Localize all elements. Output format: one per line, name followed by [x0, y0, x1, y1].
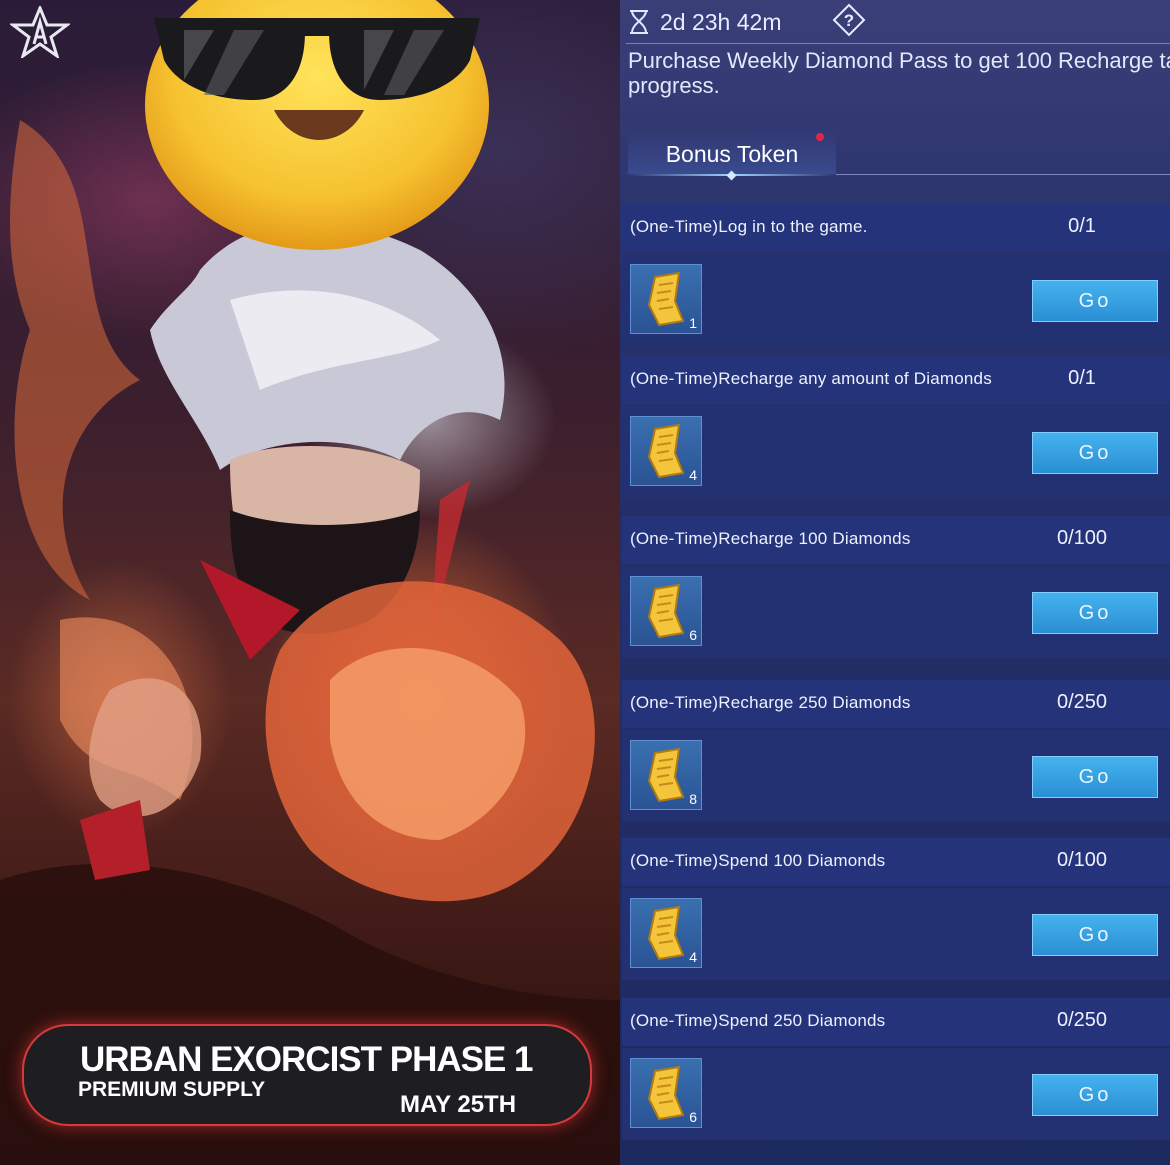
bonus-token-scroll-icon — [647, 583, 685, 639]
bonus-token-scroll-icon — [647, 423, 685, 479]
tab-indicator-diamond — [726, 170, 737, 181]
reward-item[interactable]: 4 — [630, 416, 702, 486]
task-progress: 0/100 — [1056, 849, 1108, 871]
task-row: (One-Time)Spend 100 Diamonds 0/100 4 Go — [622, 838, 1170, 980]
reward-item[interactable]: 6 — [630, 576, 702, 646]
hero-artwork: URBAN EXORCIST PHASE 1 PREMIUM SUPPLY MA… — [0, 0, 620, 1165]
tab-bar: Bonus Token — [620, 130, 1170, 181]
go-button[interactable]: Go — [1032, 914, 1158, 956]
task-row: (One-Time)Recharge 250 Diamonds 0/250 8 … — [622, 680, 1170, 822]
task-header: (One-Time)Recharge 250 Diamonds 0/250 — [622, 680, 1170, 728]
task-label: (One-Time)Recharge 250 Diamonds — [630, 693, 911, 712]
task-body: 4 Go — [622, 888, 1170, 980]
reward-quantity: 6 — [689, 1109, 697, 1125]
tab-divider — [836, 174, 1170, 175]
task-header: (One-Time)Spend 100 Diamonds 0/100 — [622, 838, 1170, 886]
header-divider — [626, 43, 1170, 44]
task-progress: 0/100 — [1056, 527, 1108, 549]
reward-quantity: 8 — [689, 791, 697, 807]
go-button[interactable]: Go — [1032, 1074, 1158, 1116]
notification-dot — [816, 133, 824, 141]
task-header: (One-Time)Recharge 100 Diamonds 0/100 — [622, 516, 1170, 564]
task-row: (One-Time)Spend 250 Diamonds 0/250 6 Go — [622, 998, 1170, 1140]
task-row: (One-Time)Log in to the game. 0/1 1 Go — [622, 204, 1170, 346]
go-button[interactable]: Go — [1032, 280, 1158, 322]
tab-bonus-token[interactable]: Bonus Token — [628, 130, 836, 181]
task-row: (One-Time)Recharge any amount of Diamond… — [622, 356, 1170, 498]
bonus-token-scroll-icon — [647, 905, 685, 961]
task-progress: 0/1 — [1068, 215, 1096, 237]
task-progress: 0/250 — [1056, 1009, 1108, 1031]
task-body: 8 Go — [622, 730, 1170, 822]
sunglasses-emoji-icon — [145, 0, 489, 250]
tab-label: Bonus Token — [665, 141, 799, 167]
event-banner: URBAN EXORCIST PHASE 1 PREMIUM SUPPLY MA… — [24, 1026, 590, 1124]
task-progress: 0/250 — [1056, 691, 1108, 713]
task-body: 6 Go — [622, 1048, 1170, 1140]
event-title: URBAN EXORCIST PHASE 1 — [80, 1040, 534, 1079]
go-button[interactable]: Go — [1032, 756, 1158, 798]
go-button[interactable]: Go — [1032, 592, 1158, 634]
reward-item[interactable]: 6 — [630, 1058, 702, 1128]
star-logo-icon — [10, 6, 70, 58]
event-description: Purchase Weekly Diamond Pass to get 100 … — [628, 48, 1170, 98]
task-header: (One-Time)Log in to the game. 0/1 — [622, 204, 1170, 252]
task-body: 6 Go — [622, 566, 1170, 658]
task-label: (One-Time)Spend 250 Diamonds — [630, 1011, 886, 1030]
hourglass-icon — [630, 10, 648, 34]
reward-quantity: 6 — [689, 627, 697, 643]
svg-text:?: ? — [844, 11, 854, 30]
event-date: MAY 25TH — [400, 1091, 517, 1118]
question-diamond-icon[interactable]: ? — [832, 3, 866, 37]
task-body: 1 Go — [622, 254, 1170, 346]
bonus-token-scroll-icon — [647, 1065, 685, 1121]
timer-text: 2d 23h 42m — [660, 8, 782, 35]
task-label: (One-Time)Spend 100 Diamonds — [630, 851, 886, 870]
reward-quantity: 1 — [689, 315, 697, 331]
event-subtitle: PREMIUM SUPPLY — [78, 1078, 266, 1101]
task-row: (One-Time)Recharge 100 Diamonds 0/100 6 … — [622, 516, 1170, 658]
bonus-token-scroll-icon — [647, 271, 685, 327]
task-header: (One-Time)Spend 250 Diamonds 0/250 — [622, 998, 1170, 1046]
reward-item[interactable]: 4 — [630, 898, 702, 968]
reward-item[interactable]: 1 — [630, 264, 702, 334]
go-button[interactable]: Go — [1032, 432, 1158, 474]
bonus-token-scroll-icon — [647, 747, 685, 803]
task-label: (One-Time)Recharge any amount of Diamond… — [630, 369, 992, 388]
reward-quantity: 4 — [689, 949, 697, 965]
reward-item[interactable]: 8 — [630, 740, 702, 810]
countdown-timer: 2d 23h 42m — [628, 6, 781, 38]
task-progress: 0/1 — [1068, 367, 1096, 389]
task-body: 4 Go — [622, 406, 1170, 498]
reward-quantity: 4 — [689, 467, 697, 483]
task-header: (One-Time)Recharge any amount of Diamond… — [622, 356, 1170, 404]
task-label: (One-Time)Recharge 100 Diamonds — [630, 529, 911, 548]
task-label: (One-Time)Log in to the game. — [630, 217, 868, 236]
task-panel: 2d 23h 42m ? Purchase Weekly Diamond Pas… — [620, 0, 1170, 1165]
